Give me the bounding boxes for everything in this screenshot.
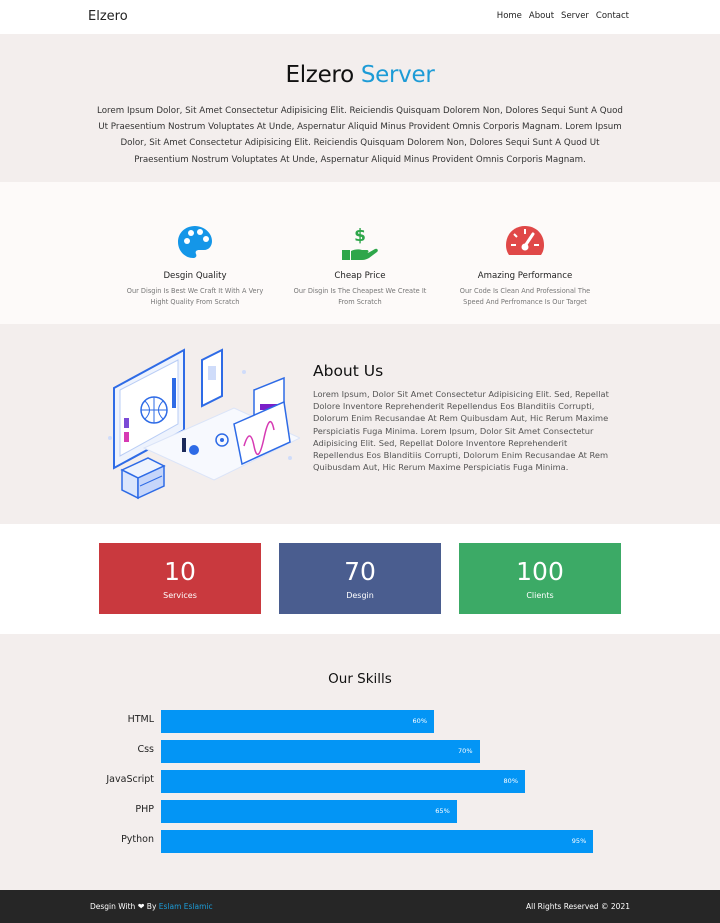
about-title: About Us [313, 362, 384, 380]
footer-credit: Desgin With ❤ By Eslam Eslamic [90, 902, 213, 911]
skill-percent: 60% [412, 717, 427, 725]
skill-track: 60% [161, 710, 616, 733]
main-nav: Home About Server Contact [497, 11, 629, 21]
feature-amazing-performance: Amazing Performance Our Code Is Clean An… [445, 222, 605, 307]
feature-title: Amazing Performance [477, 271, 573, 281]
skill-percent: 70% [458, 747, 473, 755]
skills-title: Our Skills [328, 671, 392, 687]
skill-row-javascript: JavaScript 80% [0, 770, 720, 793]
site-footer: Desgin With ❤ By Eslam Eslamic All Right… [0, 890, 720, 923]
features-section: Desgin Quality Our Disgin Is Best We Cra… [0, 182, 720, 324]
stat-number: 100 [516, 557, 564, 586]
stat-clients: 100 Clients [459, 543, 621, 614]
skill-track: 95% [161, 830, 616, 853]
hero-text: Lorem Ipsum Dolor, Sit Amet Consectetur … [97, 106, 623, 165]
site-logo[interactable]: Elzero [88, 9, 128, 24]
hero-title-accent: Server [360, 62, 435, 88]
skill-row-css: Css 70% [0, 740, 720, 763]
hero-section: Elzero Server Lorem Ipsum Dolor, Sit Ame… [0, 34, 720, 182]
footer-credit-by: By [146, 902, 157, 911]
skill-bar: 65% [161, 800, 457, 823]
feature-title: Cheap Price [334, 271, 386, 281]
skill-track: 65% [161, 800, 616, 823]
nav-link-about[interactable]: About [529, 11, 554, 21]
stat-label: Services [163, 591, 197, 600]
skill-percent: 80% [503, 777, 518, 785]
feature-cheap-price: $ Cheap Price Our Disgin Is The Cheapest… [280, 222, 440, 307]
nav-link-contact[interactable]: Contact [596, 11, 629, 21]
stat-label: Desgin [346, 591, 374, 600]
feature-text: Our Disgin Is Best We Craft It With A Ve… [126, 287, 264, 306]
skill-bar: 80% [161, 770, 525, 793]
skill-name: JavaScript [106, 774, 154, 785]
stat-number: 70 [344, 557, 376, 586]
nav-link-server[interactable]: Server [561, 11, 589, 21]
skills-section: Our Skills HTML 60% Css 70% JavaScript 8… [0, 634, 720, 890]
hand-dollar-icon: $ [340, 222, 380, 262]
server-illustration [104, 338, 302, 508]
footer-credit-prefix: Desgin With [90, 902, 136, 911]
skill-row-html: HTML 60% [0, 710, 720, 733]
svg-text:$: $ [354, 226, 366, 246]
skill-name: Python [121, 834, 154, 845]
skill-name: PHP [135, 804, 154, 815]
skill-bar: 60% [161, 710, 434, 733]
footer-author-link[interactable]: Eslam Eslamic [159, 902, 213, 911]
skill-row-php: PHP 65% [0, 800, 720, 823]
feature-text: Our Code Is Clean And Professional The S… [459, 287, 591, 306]
about-text: Lorem Ipsum, Dolor Sit Amet Consectetur … [313, 389, 609, 473]
feature-design-quality: Desgin Quality Our Disgin Is Best We Cra… [115, 222, 275, 307]
speedometer-icon [505, 222, 545, 262]
site-header: Elzero Home About Server Contact [0, 0, 720, 34]
stats-section: 10 Services 70 Desgin 100 Clients [0, 524, 720, 634]
skill-name: HTML [127, 714, 154, 725]
skill-track: 70% [161, 740, 616, 763]
about-section: About Us Lorem Ipsum, Dolor Sit Amet Con… [0, 324, 720, 524]
skill-percent: 95% [571, 837, 587, 845]
skill-name: Css [137, 744, 154, 755]
feature-text: Our Disgin Is The Cheapest We Create It … [293, 287, 427, 306]
skill-bar: 70% [161, 740, 480, 763]
stat-number: 10 [164, 557, 196, 586]
nav-link-home[interactable]: Home [497, 11, 522, 21]
hero-title: Elzero Server [0, 62, 720, 88]
stat-services: 10 Services [99, 543, 261, 614]
skill-row-python: Python 95% [0, 830, 720, 853]
skill-bar: 95% [161, 830, 594, 853]
stat-label: Clients [526, 591, 554, 600]
footer-copyright: All Rights Reserved © 2021 [526, 902, 630, 911]
hero-title-main: Elzero [285, 62, 354, 88]
skill-track: 80% [161, 770, 616, 793]
feature-title: Desgin Quality [163, 271, 227, 281]
palette-icon [175, 222, 215, 262]
stat-design: 70 Desgin [279, 543, 441, 614]
skill-percent: 65% [435, 807, 450, 815]
heart-icon: ❤ [137, 902, 145, 911]
